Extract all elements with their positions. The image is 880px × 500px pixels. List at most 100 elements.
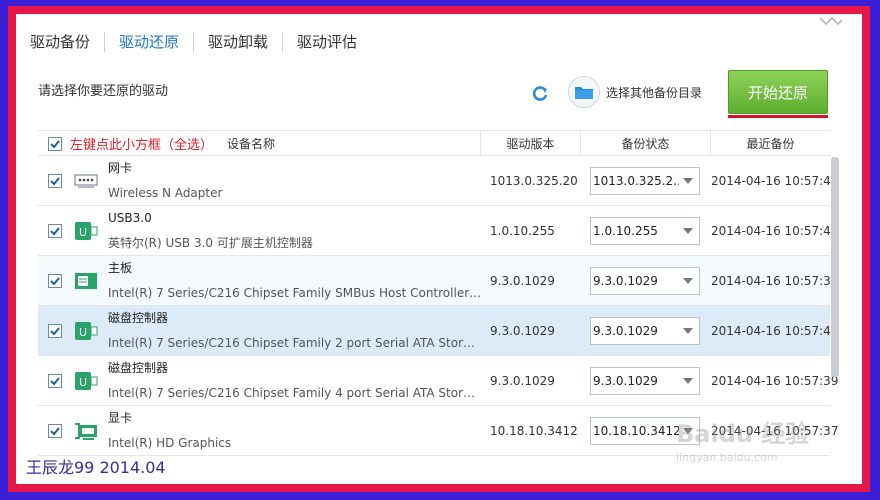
device-desc: Intel(R) 7 Series/C216 Chipset Family SM… [108,285,482,300]
backup-status-cell: 1.0.10.255 [590,206,700,255]
device-icon-cell [74,406,98,455]
device-icon-cell: U [74,206,98,255]
table-row[interactable]: 主板 Intel(R) 7 Series/C216 Chipset Family… [38,256,838,306]
tab-driver-uninstall[interactable]: 驱动卸载 [194,32,284,52]
backup-version-select[interactable]: 9.3.0.1029 [590,316,700,345]
other-backup-dir-label: 选择其他备份目录 [606,85,703,100]
other-backup-dir-button[interactable]: 选择其他备份目录 [568,76,702,108]
device-name: 磁盘控制器 [108,360,169,375]
window-decoration-icon [819,16,843,26]
last-backup-cell: 2014-04-16 10:57:41 [711,206,838,255]
header-device-name: 设备名称 [227,137,276,151]
row-checkbox-cell [48,156,62,205]
device-desc: 英特尔(R) USB 3.0 可扩展主机控制器 [108,235,313,250]
driver-version-cell: 9.3.0.1029 [490,256,578,305]
backup-version-select[interactable]: 1.0.10.255 [590,216,700,245]
backup-version-value: 9.3.0.1029 [593,323,658,338]
last-backup-cell: 2014-04-16 10:57:39 [711,356,838,405]
driver-manager-window: 驱动备份 驱动还原 驱动卸载 驱动评估 请选择你要还原的驱动 选择其他备份目录 … [16,14,862,484]
device-text: 主板 Intel(R) 7 Series/C216 Chipset Family… [108,256,482,306]
last-backup-cell: 2014-04-16 10:57:42 [711,156,838,205]
device-text: USB3.0 英特尔(R) USB 3.0 可扩展主机控制器 [108,206,482,256]
device-desc: Intel(R) HD Graphics [108,435,232,450]
device-icon-cell [74,256,98,305]
driver-version: 9.3.0.1029 [490,273,555,288]
row-checkbox[interactable] [48,373,62,388]
row-checkbox-cell [48,356,62,405]
table-row[interactable]: U USB3.0 英特尔(R) USB 3.0 可扩展主机控制器 1.0.10.… [38,206,838,256]
backup-version-select[interactable]: 9.3.0.1029 [590,366,700,395]
disk-controller-icon: U [75,321,98,340]
row-checkbox[interactable] [48,273,62,288]
driver-version-cell: 10.18.10.3412 [490,406,578,455]
folder-icon [575,87,593,99]
backup-version-value: 1013.0.325.2... [593,173,679,188]
device-icon-cell [74,156,98,205]
vertical-scrollbar[interactable] [831,157,839,377]
restore-prompt: 请选择你要还原的驱动 [38,84,169,99]
backup-status-cell: 9.3.0.1029 [590,356,700,405]
row-checkbox-cell [48,306,62,355]
table-header: 左键点此小方框（全选） 设备名称 驱动版本 备份状态 最近备份 [38,130,830,156]
device-icon-cell: U [74,356,98,405]
select-all-checkbox[interactable] [48,136,62,151]
driver-version: 1.0.10.255 [490,223,555,238]
backup-status-cell: 9.3.0.1029 [590,256,700,305]
baidu-watermark: Baidu 经验 jingyan.baidu.com [676,414,846,484]
author-watermark: 王辰龙99 2014.04 [26,458,166,477]
header-driver-version: 驱动版本 [480,131,580,156]
tab-driver-backup[interactable]: 驱动备份 [16,32,106,52]
device-text: 磁盘控制器 Intel(R) 7 Series/C216 Chipset Fam… [108,356,482,406]
device-name: USB3.0 [108,210,152,225]
select-all-hint: 左键点此小方框（全选） [70,138,214,153]
baidu-url: jingyan.baidu.com [676,451,778,464]
device-cell: 磁盘控制器 Intel(R) 7 Series/C216 Chipset Fam… [108,306,482,355]
device-icon-cell: U [74,306,98,355]
device-name: 主板 [108,260,133,275]
row-checkbox[interactable] [48,323,62,338]
row-checkbox[interactable] [48,173,62,188]
driver-version: 1013.0.325.20... [490,173,578,188]
start-restore-button[interactable]: 开始还原 [728,70,828,114]
backup-version-select[interactable]: 9.3.0.1029 [590,266,700,295]
check-icon [50,326,60,335]
tab-driver-evaluate[interactable]: 驱动评估 [283,32,371,52]
svg-text:U: U [79,376,87,389]
driver-version-cell: 1013.0.325.20... [490,156,578,205]
row-checkbox[interactable] [48,223,62,238]
driver-table: 左键点此小方框（全选） 设备名称 驱动版本 备份状态 最近备份 网卡 Wirel… [38,130,838,456]
device-cell: 网卡 Wireless N Adapter [108,156,482,205]
chevron-down-icon [683,177,693,184]
chevron-down-icon [683,327,693,334]
baidu-logo-text: Baidu 经验 [676,420,810,448]
driver-version-cell: 9.3.0.1029 [490,306,578,355]
check-icon [50,276,60,285]
backup-version-value: 9.3.0.1029 [593,373,658,388]
device-desc: Wireless N Adapter [108,185,223,200]
svg-text:U: U [79,326,87,339]
chevron-down-icon [683,227,693,234]
row-checkbox-cell [48,406,62,455]
last-backup-cell: 2014-04-16 10:57:40 [711,306,838,355]
motherboard-icon [75,272,97,289]
refresh-icon[interactable] [530,84,550,104]
chevron-down-icon [683,377,693,384]
last-backup-cell: 2014-04-16 10:57:36 [711,256,838,305]
backup-version-select[interactable]: 1013.0.325.2... [590,166,700,195]
check-icon [50,139,60,148]
table-row[interactable]: U 磁盘控制器 Intel(R) 7 Series/C216 Chipset F… [38,306,838,356]
backup-version-value: 1.0.10.255 [593,223,658,238]
last-backup-date: 2014-04-16 10:57:42 [711,173,839,188]
check-icon [50,176,60,185]
driver-version: 10.18.10.3412 [490,423,578,438]
last-backup-date: 2014-04-16 10:57:36 [711,273,839,288]
tab-driver-restore[interactable]: 驱动还原 [105,32,195,52]
driver-version-cell: 9.3.0.1029 [490,356,578,405]
device-cell: 磁盘控制器 Intel(R) 7 Series/C216 Chipset Fam… [108,356,482,405]
device-name: 显卡 [108,410,133,425]
row-checkbox[interactable] [48,423,62,438]
table-row[interactable]: 网卡 Wireless N Adapter 1013.0.325.20... 1… [38,156,838,206]
device-name: 网卡 [108,160,133,175]
device-name: 磁盘控制器 [108,310,169,325]
table-row[interactable]: U 磁盘控制器 Intel(R) 7 Series/C216 Chipset F… [38,356,838,406]
